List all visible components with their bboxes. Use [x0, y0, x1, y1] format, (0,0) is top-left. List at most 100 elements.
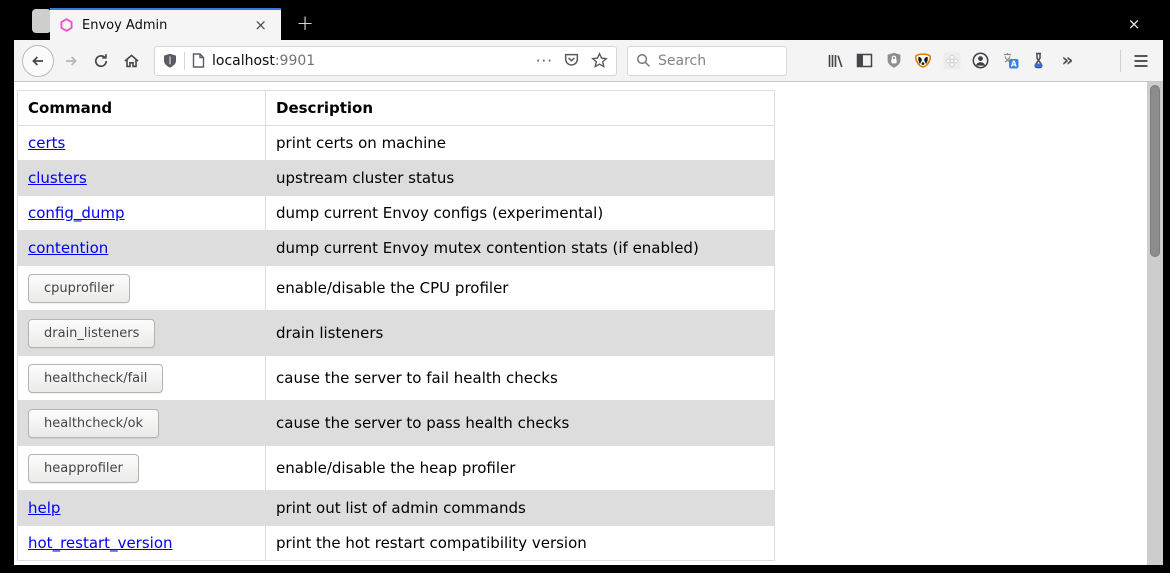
- command-description: cause the server to fail health checks: [266, 356, 775, 401]
- command-cell: config_dump: [18, 196, 266, 231]
- command-description: enable/disable the CPU profiler: [266, 266, 775, 311]
- search-input[interactable]: [658, 53, 768, 69]
- page-content: Command Description certsprint certs on …: [14, 82, 1163, 565]
- command-description: dump current Envoy mutex contention stat…: [266, 231, 775, 266]
- command-description: upstream cluster status: [266, 161, 775, 196]
- column-header-command: Command: [18, 91, 266, 126]
- forward-button[interactable]: [56, 46, 86, 76]
- library-icon: [827, 53, 844, 69]
- command-link[interactable]: hot_restart_version: [28, 534, 173, 552]
- back-arrow-icon: [30, 53, 46, 69]
- command-description: print out list of admin commands: [266, 491, 775, 526]
- command-cell: heapprofiler: [18, 446, 266, 491]
- url-host: localhost: [212, 53, 275, 69]
- reload-icon: [93, 53, 109, 69]
- tab-envoy-admin[interactable]: Envoy Admin ×: [50, 8, 281, 40]
- pocket-icon[interactable]: [563, 52, 580, 69]
- sidebar-icon: [856, 53, 873, 68]
- disabled-extension-button[interactable]: [937, 46, 966, 76]
- new-tab-button[interactable]: +: [290, 10, 320, 38]
- table-row: hot_restart_version print the hot restart…: [18, 526, 775, 561]
- library-button[interactable]: [821, 46, 850, 76]
- reload-button[interactable]: [86, 46, 116, 76]
- home-button[interactable]: [116, 46, 146, 76]
- command-description: print the hot restart compatibility vers…: [266, 526, 775, 561]
- search-bar[interactable]: [627, 46, 787, 76]
- command-button[interactable]: heapprofiler: [28, 454, 139, 483]
- command-cell: drain_listeners: [18, 311, 266, 356]
- flask-extension-button[interactable]: [1024, 46, 1053, 76]
- admin-command-table: Command Description certsprint certs on …: [17, 90, 775, 561]
- titlebar-spacer: [32, 9, 51, 33]
- table-row: healthcheck/fail cause the server to fail…: [18, 356, 775, 401]
- url-port: :9901: [275, 53, 315, 69]
- tracking-protection-shield-icon: [163, 53, 177, 69]
- bookmark-star-icon[interactable]: [591, 52, 608, 69]
- page-actions-icon[interactable]: ···: [536, 52, 553, 70]
- extension-disabled-icon: [943, 52, 961, 70]
- hamburger-menu-icon: [1133, 54, 1149, 68]
- command-description: drain listeners: [266, 311, 775, 356]
- back-button[interactable]: [22, 45, 54, 77]
- translate-button[interactable]: A: [995, 46, 1024, 76]
- command-cell: contention: [18, 231, 266, 266]
- table-row: contention dump current Envoy mutex conte…: [18, 231, 775, 266]
- forward-arrow-icon: [63, 53, 79, 69]
- shield-lock-icon: [886, 52, 902, 69]
- table-row: healthcheck/okcause the server to pass h…: [18, 401, 775, 446]
- command-button[interactable]: healthcheck/ok: [28, 409, 159, 438]
- table-row: heapprofiler enable/disable the heap prof…: [18, 446, 775, 491]
- https-everywhere-button[interactable]: [879, 46, 908, 76]
- url-text: localhost:9901: [212, 53, 536, 69]
- navigation-toolbar: localhost:9901 ···: [14, 40, 1163, 82]
- flask-icon: [1030, 52, 1047, 69]
- scrollbar-thumb[interactable]: [1150, 85, 1160, 257]
- sidebar-button[interactable]: [850, 46, 879, 76]
- table-row: drain_listeners drain listeners: [18, 311, 775, 356]
- command-link[interactable]: help: [28, 499, 60, 517]
- command-link[interactable]: config_dump: [28, 204, 125, 222]
- urlbar-divider: [184, 52, 185, 70]
- url-bar[interactable]: localhost:9901 ···: [154, 46, 617, 76]
- tab-title: Envoy Admin: [82, 18, 250, 33]
- command-cell: certs: [18, 126, 266, 161]
- command-button[interactable]: drain_listeners: [28, 319, 155, 348]
- translate-icon: A: [1001, 52, 1019, 69]
- command-link[interactable]: clusters: [28, 169, 87, 187]
- table-row: help print out list of admin commands: [18, 491, 775, 526]
- command-cell: healthcheck/ok: [18, 401, 266, 446]
- home-icon: [123, 53, 140, 69]
- browser-window: Envoy Admin × + ×: [14, 0, 1163, 565]
- privacy-badger-button[interactable]: [908, 46, 937, 76]
- command-button[interactable]: cpuprofiler: [28, 274, 130, 303]
- command-description: print certs on machine: [266, 126, 775, 161]
- overflow-chevron-icon: »: [1062, 50, 1074, 71]
- svg-text:A: A: [1010, 59, 1016, 68]
- vertical-scrollbar[interactable]: [1147, 82, 1163, 565]
- tab-bar: Envoy Admin × + ×: [14, 0, 1163, 40]
- toolbar-icons: A »: [821, 46, 1082, 76]
- table-row: certs print certs on machine: [18, 126, 775, 161]
- table-row: cpuprofiler enable/disable the CPU profil…: [18, 266, 775, 311]
- page-info-icon: [192, 53, 205, 68]
- command-cell: healthcheck/fail: [18, 356, 266, 401]
- command-link[interactable]: contention: [28, 239, 108, 257]
- toolbar-divider: [1120, 50, 1121, 72]
- table-row: config_dump dump current Envoy configs (e…: [18, 196, 775, 231]
- command-description: dump current Envoy configs (experimental…: [266, 196, 775, 231]
- command-link[interactable]: certs: [28, 134, 65, 152]
- command-button[interactable]: healthcheck/fail: [28, 364, 163, 393]
- search-icon: [636, 53, 651, 68]
- window-close-button[interactable]: ×: [1119, 10, 1149, 38]
- overflow-menu-button[interactable]: »: [1053, 46, 1082, 76]
- command-cell: hot_restart_version: [18, 526, 266, 561]
- table-row: clusters upstream cluster status: [18, 161, 775, 196]
- command-description: enable/disable the heap profiler: [266, 446, 775, 491]
- account-icon: [972, 52, 989, 69]
- privacy-badger-icon: [914, 52, 932, 69]
- app-menu-button[interactable]: [1126, 46, 1155, 76]
- command-cell: cpuprofiler: [18, 266, 266, 311]
- command-table-body: certs print certs on machine clusters upstr…: [18, 126, 775, 561]
- tab-close-icon[interactable]: ×: [250, 16, 271, 35]
- account-button[interactable]: [966, 46, 995, 76]
